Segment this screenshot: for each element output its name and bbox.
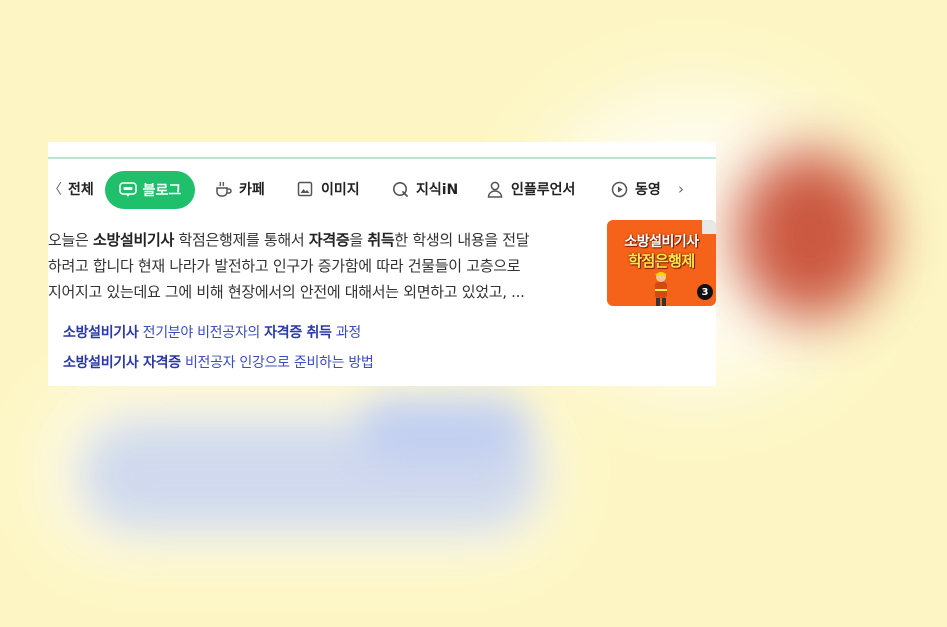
play-icon (610, 180, 628, 198)
tab-kin[interactable]: 지식iN (391, 170, 458, 208)
image-icon (296, 180, 314, 198)
firefighter-figure (655, 272, 667, 306)
tab-cafe-label: 카페 (239, 182, 265, 198)
result-thumbnail[interactable]: 소방설비기사 학점은행제 3 (607, 220, 716, 306)
tab-influencer-label: 인플루언서 (511, 182, 576, 198)
tab-blog[interactable]: 블로그 (105, 171, 195, 209)
tab-blog-label: 블로그 (142, 183, 182, 199)
tab-influencer[interactable]: 인플루언서 (486, 170, 575, 208)
thumbnail-title-line1: 소방설비기사 (624, 234, 699, 250)
snippet-highlight: 취득 (367, 231, 395, 249)
snippet-highlight: 자격증 (308, 231, 350, 249)
snippet-text: 을 (349, 231, 368, 249)
chevron-right-icon[interactable]: › (672, 170, 690, 208)
background-blur-red (735, 150, 885, 320)
snippet-text: 한 학생의 내용을 전달 (394, 231, 530, 249)
related-link-highlight: 소방설비기사 (63, 325, 139, 341)
tab-image-label: 이미지 (321, 182, 360, 198)
tab-all[interactable]: 〈 전체 (48, 170, 94, 208)
snippet-line-2: 하려고 합니다 현재 나라가 발전하고 인구가 증가함에 따라 건물들이 고층으… (48, 257, 521, 275)
person-icon (486, 180, 504, 198)
chevron-left-icon[interactable]: 〈 (48, 179, 62, 199)
related-link-text: 과정 (331, 325, 361, 341)
related-link[interactable]: 소방설비기사 전기분야 비전공자의 자격증 취득 과정 (63, 318, 374, 348)
tab-video[interactable]: 동영 (610, 170, 661, 208)
related-link-text: 전기분야 비전공자의 (138, 325, 265, 341)
snippet-highlight: 소방설비기사 (92, 231, 174, 249)
related-link-highlight: 소방설비기사 자격증 (63, 355, 181, 371)
tab-all-label: 전체 (68, 182, 94, 198)
thumbnail-title-line2: 학점은행제 (628, 252, 695, 270)
background-blur-white-lower (40, 380, 560, 560)
result-snippet[interactable]: 오늘은 소방설비기사 학점은행제를 통해서 자격증을 취득한 학생의 내용을 전… (48, 227, 593, 305)
snippet-line-3: 지어지고 있는데요 그에 비해 현장에서의 안전에 대해서는 외면하고 있었고,… (48, 283, 525, 301)
top-divider (48, 157, 716, 159)
thumbnail-count-badge: 3 (697, 284, 713, 300)
snippet-text: 학점은행제를 통해서 (173, 231, 309, 249)
related-link-highlight: 자격증 취득 (264, 325, 332, 341)
cafe-cup-icon (214, 180, 232, 198)
related-link-text: 비전공자 인강으로 준비하는 방법 (180, 355, 374, 371)
search-result-card: 〈 전체 블로그 카페 이미지 지식iN 인플루언서 동영 › 오늘은 소방설비… (48, 142, 716, 386)
tab-video-label: 동영 (635, 182, 661, 198)
related-links: 소방설비기사 전기분야 비전공자의 자격증 취득 과정 소방설비기사 자격증 비… (63, 318, 374, 378)
related-link[interactable]: 소방설비기사 자격증 비전공자 인강으로 준비하는 방법 (63, 348, 374, 378)
blog-icon (118, 181, 137, 199)
background-blur-blue-small (360, 395, 530, 455)
background-blur-blue (80, 420, 540, 530)
snippet-line-1: 오늘은 소방설비기사 학점은행제를 통해서 자격증을 취득한 학생의 내용을 전… (48, 227, 593, 253)
tab-image[interactable]: 이미지 (296, 170, 360, 208)
kin-q-icon (391, 180, 409, 198)
tab-cafe[interactable]: 카페 (214, 170, 265, 208)
tab-kin-label: 지식iN (416, 182, 459, 198)
snippet-text: 오늘은 (48, 231, 93, 249)
search-tabs: 〈 전체 블로그 카페 이미지 지식iN 인플루언서 동영 › (48, 170, 716, 210)
